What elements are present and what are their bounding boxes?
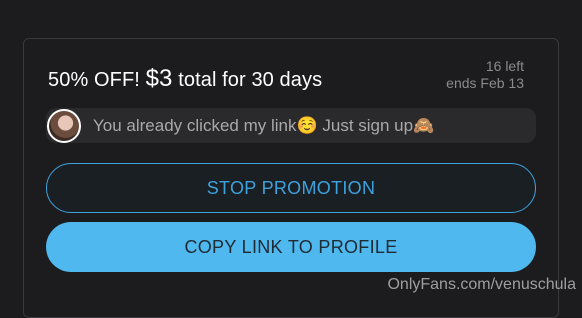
message-text: You already clicked my link☺️ Just sign …: [93, 116, 434, 136]
discount-label: 50% OFF!: [48, 69, 140, 91]
price-label: $3: [146, 65, 173, 92]
end-date: ends Feb 13: [446, 75, 524, 92]
promotion-message: You already clicked my link☺️ Just sign …: [46, 108, 536, 143]
avatar: [47, 109, 81, 143]
stop-promotion-button[interactable]: STOP PROMOTION: [46, 163, 536, 213]
promotion-headline: 50% OFF! $3 total for 30 days: [48, 65, 322, 93]
watermark: OnlyFans.com/venuschula: [387, 276, 576, 294]
duration-label: total for 30 days: [178, 69, 322, 91]
remaining-count: 16 left: [446, 58, 524, 75]
promotion-meta: 16 left ends Feb 13: [446, 58, 524, 92]
copy-link-button[interactable]: COPY LINK TO PROFILE: [46, 222, 536, 272]
